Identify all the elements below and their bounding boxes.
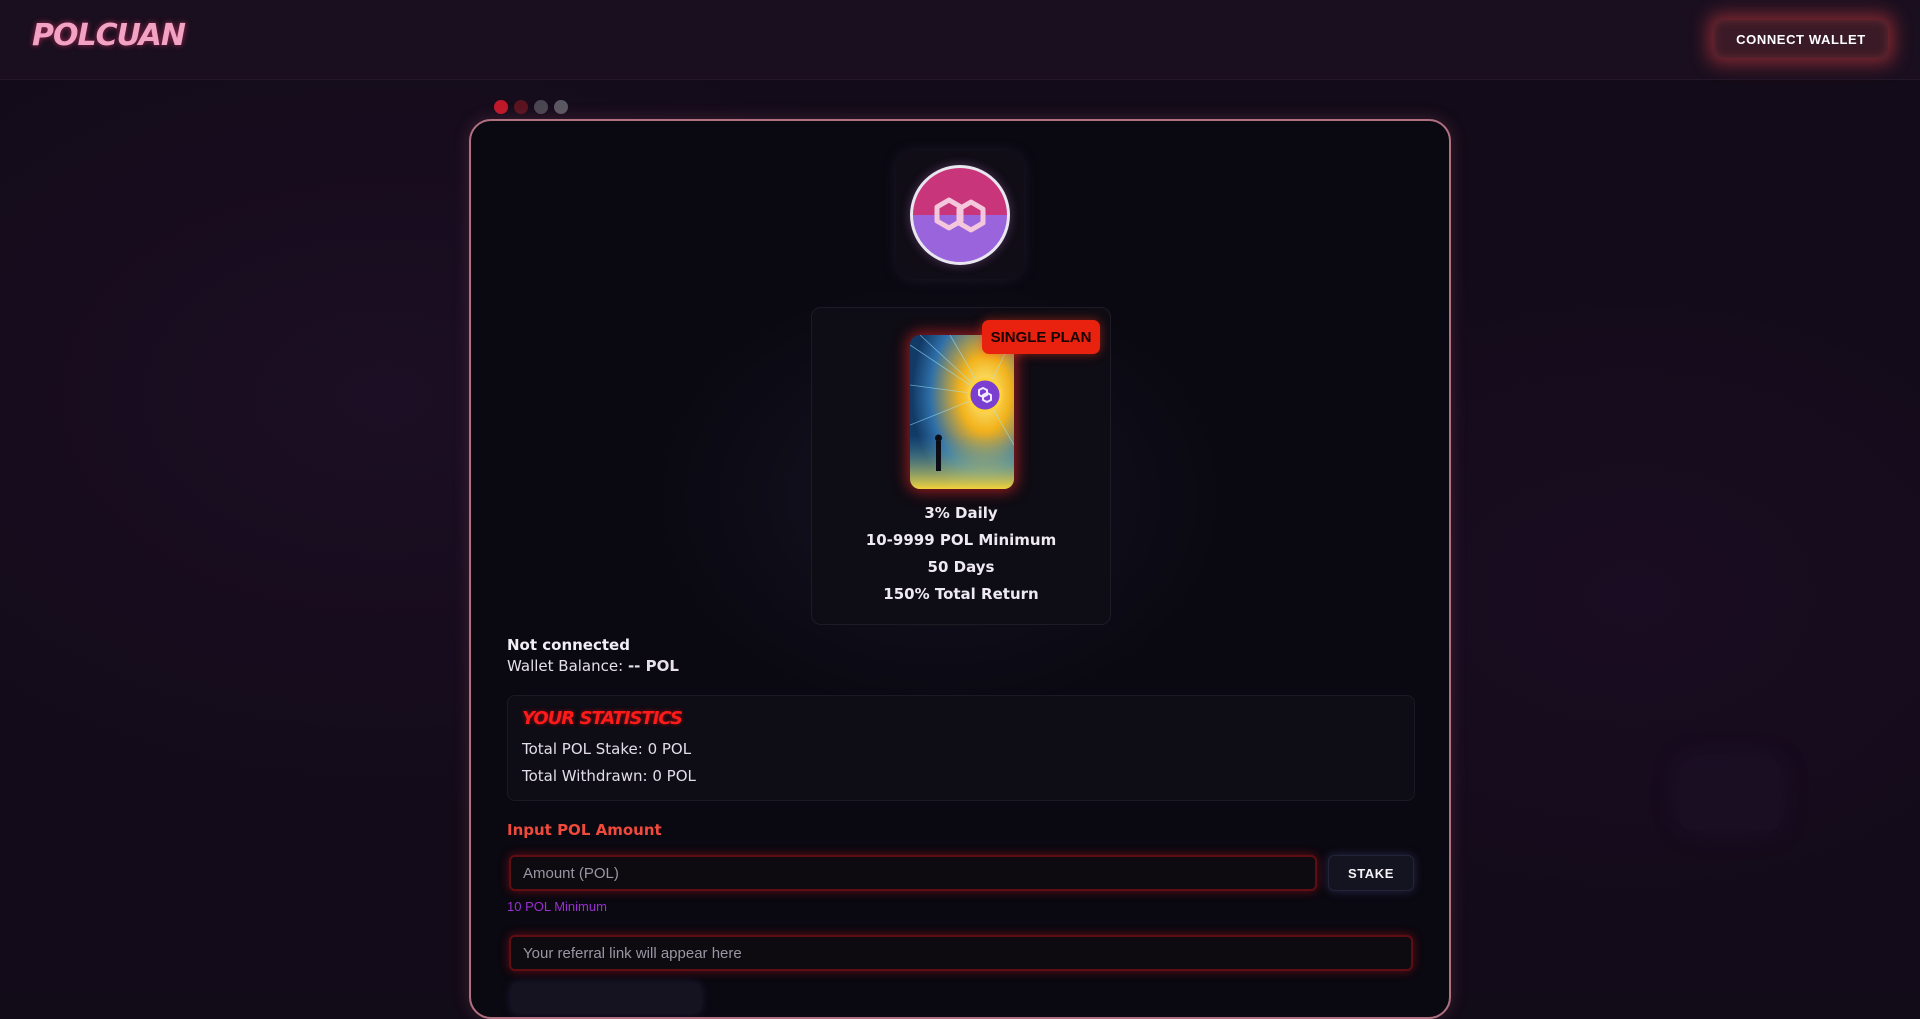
plan-daily-rate: 3% Daily bbox=[924, 504, 998, 522]
slider-dot[interactable] bbox=[554, 100, 568, 114]
stake-button[interactable]: STAKE bbox=[1328, 855, 1414, 891]
copy-referral-button[interactable] bbox=[511, 983, 701, 1013]
polcuan-logo[interactable]: POLCUAN bbox=[32, 18, 186, 53]
wallet-balance-value: -- POL bbox=[627, 657, 679, 675]
referral-link-field[interactable] bbox=[509, 935, 1413, 971]
statistics-title: YOUR STATISTICS bbox=[522, 708, 683, 729]
plan-details: 3% Daily 10-9999 POL Minimum 50 Days 150… bbox=[812, 500, 1110, 608]
statistics-box: YOUR STATISTICS Total POL Stake: 0 POL T… bbox=[507, 695, 1415, 801]
wallet-balance-label: Wallet Balance: bbox=[507, 657, 624, 675]
total-withdrawn: Total Withdrawn: 0 POL bbox=[522, 767, 696, 785]
wallet-info: Not connected Wallet Balance: -- POL bbox=[507, 635, 679, 677]
polygon-art-image bbox=[910, 335, 1014, 489]
staking-panel: SINGLE PLAN 3% Daily 10-9999 POL Minimum… bbox=[469, 119, 1451, 1019]
plan-card: SINGLE PLAN 3% Daily 10-9999 POL Minimum… bbox=[811, 307, 1111, 625]
total-stake: Total POL Stake: 0 POL bbox=[522, 740, 692, 758]
slider-dot[interactable] bbox=[494, 100, 508, 114]
minimum-note: 10 POL Minimum bbox=[507, 899, 607, 914]
plan-total-return: 150% Total Return bbox=[883, 585, 1039, 603]
slider-dots bbox=[494, 100, 568, 114]
slider-dot[interactable] bbox=[514, 100, 528, 114]
token-logo-frame bbox=[896, 151, 1024, 279]
connection-status: Not connected bbox=[507, 636, 630, 654]
single-plan-badge: SINGLE PLAN bbox=[982, 320, 1100, 354]
plan-duration: 50 Days bbox=[927, 558, 995, 576]
polygon-logo-icon bbox=[910, 165, 1010, 265]
top-navbar: POLCUAN CONNECT WALLET bbox=[0, 0, 1920, 80]
background-glow bbox=[1680, 760, 1780, 830]
wallet-balance: Wallet Balance: -- POL bbox=[507, 656, 679, 677]
amount-input[interactable] bbox=[509, 855, 1317, 891]
plan-minimum: 10-9999 POL Minimum bbox=[865, 531, 1057, 549]
connect-wallet-button[interactable]: CONNECT WALLET bbox=[1714, 20, 1888, 58]
slider-dot[interactable] bbox=[534, 100, 548, 114]
amount-input-label: Input POL Amount bbox=[507, 821, 662, 839]
